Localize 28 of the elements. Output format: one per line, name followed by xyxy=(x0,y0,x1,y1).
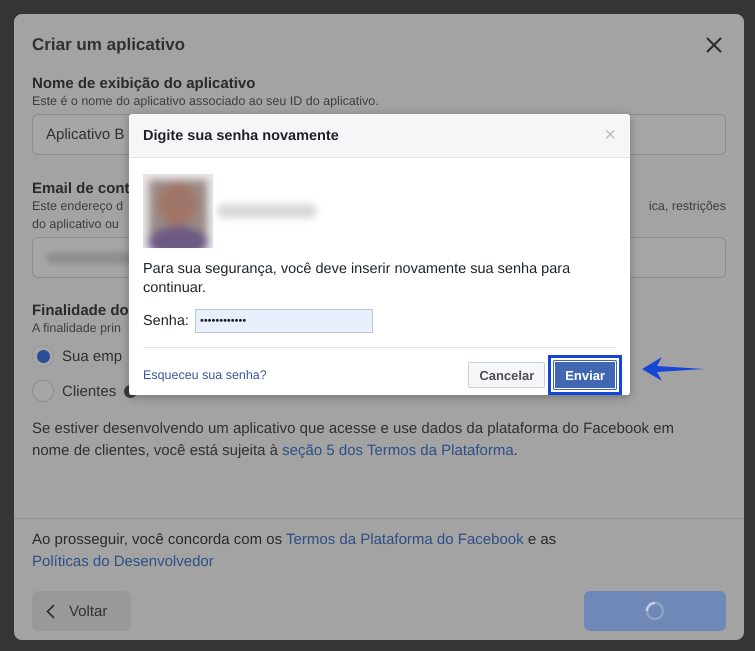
terms-link[interactable]: seção 5 dos Termos da Plataforma xyxy=(282,442,514,459)
chevron-left-icon xyxy=(46,604,55,618)
field-description: Este endereço d xyxy=(32,198,124,215)
field-label: Finalidade do xyxy=(32,302,129,319)
developer-policies-link[interactable]: Políticas do Desenvolvedor xyxy=(32,553,214,570)
submit-button[interactable]: Enviar xyxy=(553,360,617,390)
password-field[interactable]: •••••••••••• xyxy=(194,309,373,333)
consent-text: Ao prosseguir, você concorda com os Termos da Plataforma do Facebook e as Políticas do Desenvolvedor xyxy=(32,530,558,572)
field-label: Nome de exibição do aplicativo xyxy=(32,75,256,92)
field-description: A finalidade prin xyxy=(32,320,121,337)
security-message: Para sua segurança, você deve inserir novamente sua senha para continuar. xyxy=(143,260,572,298)
radio-label[interactable]: Clientes xyxy=(62,382,116,400)
radio-button[interactable] xyxy=(32,380,54,402)
platform-terms-link[interactable]: Termos da Plataforma do Facebook xyxy=(286,531,524,548)
field-label: Email de cont xyxy=(32,180,130,197)
cancel-button[interactable]: Cancelar xyxy=(468,362,546,388)
back-button[interactable]: Voltar xyxy=(32,591,131,631)
radio-label[interactable]: Sua emp xyxy=(62,348,122,364)
dialog-title: Criar um aplicativo xyxy=(32,35,186,55)
field-description: Este é o nome do aplicativo associado ao seu ID do aplicativo. xyxy=(32,93,379,110)
close-icon[interactable] xyxy=(706,37,722,53)
dialog-title: Digite sua senha novamente xyxy=(143,128,339,144)
radio-button[interactable] xyxy=(32,345,54,367)
notice-text: Se estiver desenvolvendo um aplicativo que acesse e use dados da plataforma do Facebook em nome de clientes, você está sujeita à seção 5 dos Termos da Plataforma. xyxy=(32,419,676,461)
forgot-password-link[interactable]: Esqueceu sua senha? xyxy=(143,368,267,382)
password-label: Senha: xyxy=(143,313,189,329)
field-description: do aplicativo ou xyxy=(32,216,119,233)
field-description: ica, restrições xyxy=(648,198,726,215)
